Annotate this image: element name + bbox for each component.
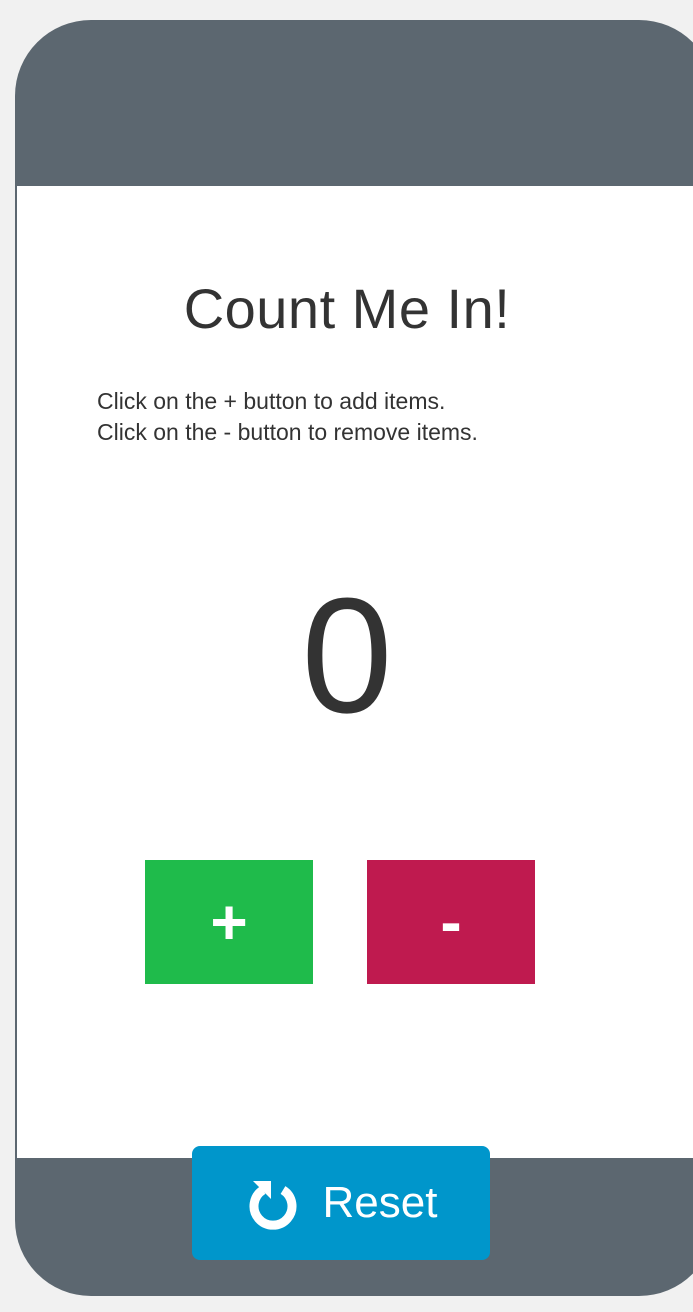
count-display: 0 bbox=[301, 564, 393, 747]
increment-button[interactable]: + bbox=[145, 860, 313, 984]
reset-label: Reset bbox=[322, 1178, 438, 1227]
reset-button[interactable]: Reset bbox=[192, 1146, 490, 1260]
phone-frame: Count Me In! Click on the + button to ad… bbox=[15, 20, 693, 1296]
instruction-remove: Click on the - button to remove items. bbox=[97, 419, 478, 445]
counter-screen: Count Me In! Click on the + button to ad… bbox=[17, 186, 693, 1158]
reset-arrow-icon bbox=[249, 1181, 296, 1230]
app-title: Count Me In! bbox=[183, 277, 511, 340]
instruction-add: Click on the + button to add items. bbox=[97, 388, 446, 414]
decrement-button[interactable]: - bbox=[367, 860, 535, 984]
instructions: Click on the + button to add items. Clic… bbox=[97, 386, 693, 448]
